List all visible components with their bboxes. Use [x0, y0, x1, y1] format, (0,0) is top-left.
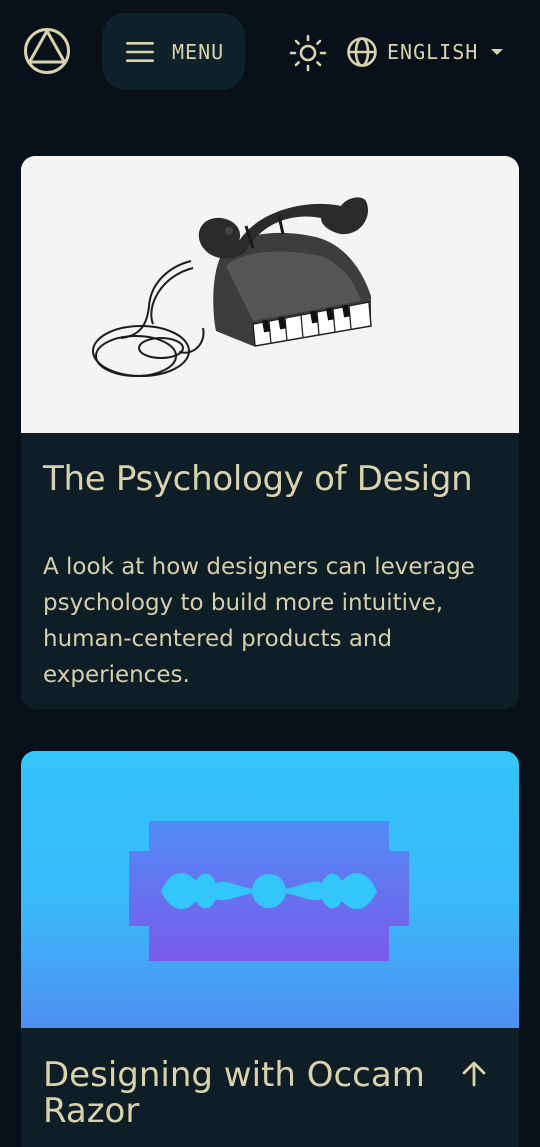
site-header: MENU ENGLISH: [0, 0, 540, 100]
theme-toggle-button[interactable]: [289, 34, 327, 72]
post-card[interactable]: The Psychology of Design A look at how d…: [21, 156, 519, 709]
site-logo[interactable]: [23, 27, 71, 75]
sun-icon: [289, 34, 327, 72]
scroll-to-top-button[interactable]: [441, 1041, 507, 1107]
globe-icon: [347, 37, 377, 67]
post-title[interactable]: Designing with Occam Razor: [43, 1057, 429, 1129]
post-title[interactable]: The Psychology of Design: [43, 461, 497, 497]
language-label: ENGLISH: [387, 40, 479, 64]
caret-down-icon: [491, 49, 504, 55]
post-image: [21, 156, 519, 433]
arrow-up-icon: [462, 1061, 486, 1087]
post-description: A look at how designers can leverage psy…: [43, 554, 475, 688]
hamburger-icon: [126, 41, 154, 62]
menu-label: MENU: [172, 39, 225, 64]
logo-icon: [24, 28, 70, 74]
post-image: [21, 751, 519, 1028]
razor-blade-illustration: [129, 821, 409, 961]
language-selector[interactable]: ENGLISH: [346, 34, 504, 70]
telephone-illustration: [92, 197, 372, 377]
menu-button[interactable]: MENU: [102, 13, 245, 90]
page: MENU ENGLISH The Psychology of Design A …: [0, 0, 540, 1147]
